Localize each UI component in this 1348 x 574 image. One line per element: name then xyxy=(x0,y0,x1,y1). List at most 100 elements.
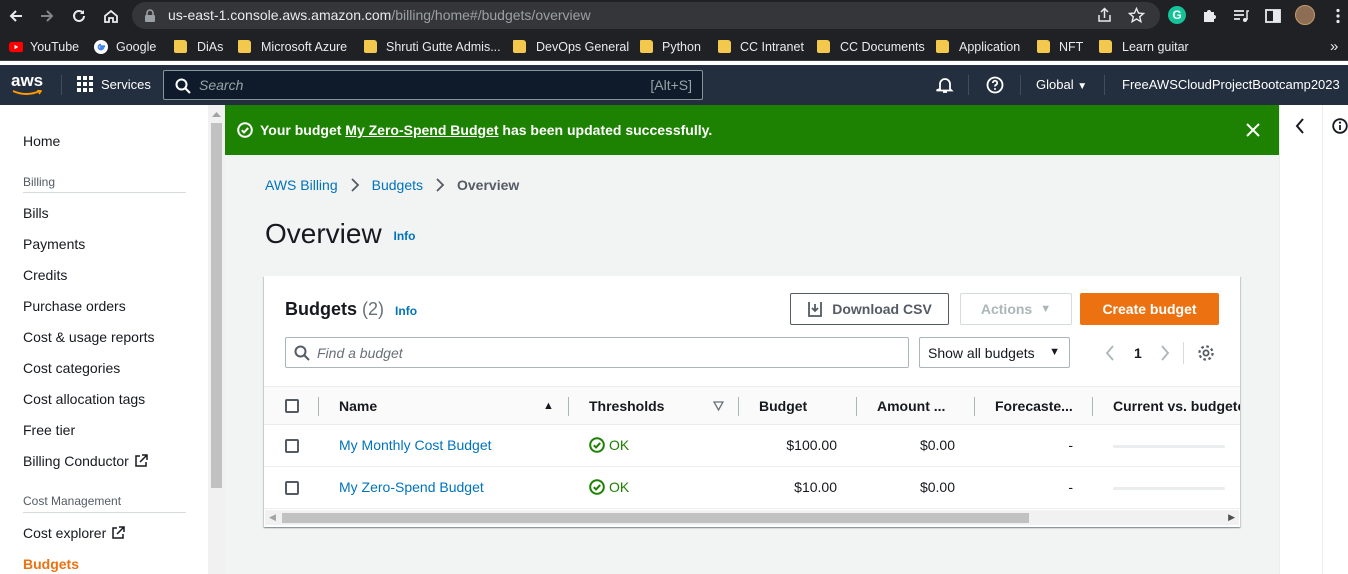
nav-home[interactable]: Home xyxy=(23,133,60,149)
info-link[interactable]: Info xyxy=(395,304,417,318)
row-checkbox[interactable] xyxy=(285,439,299,453)
bookmark-label: Google xyxy=(116,39,157,54)
flash-budget-link[interactable]: My Zero-Spend Budget xyxy=(345,122,498,138)
current-page-number[interactable]: 1 xyxy=(1134,345,1142,361)
bookmark-folder[interactable]: CC Intranet xyxy=(718,38,804,55)
nav-cost-allocation-tags[interactable]: Cost allocation tags xyxy=(23,391,145,407)
select-all-checkbox[interactable] xyxy=(285,399,299,413)
nav-budgets-active[interactable]: Budgets xyxy=(23,556,79,572)
create-budget-button[interactable]: Create budget xyxy=(1080,293,1219,325)
budget-filter-select[interactable]: Show all budgets ▼ xyxy=(919,337,1070,368)
nav-bills[interactable]: Bills xyxy=(23,205,49,221)
reload-icon[interactable] xyxy=(70,7,88,25)
nav-cost-usage-reports[interactable]: Cost & usage reports xyxy=(23,329,155,345)
lock-icon xyxy=(145,9,155,22)
budget-progress-bar xyxy=(1113,487,1225,490)
divider xyxy=(568,397,569,416)
region-selector[interactable]: Global ▼ xyxy=(1036,77,1087,92)
account-menu[interactable]: FreeAWSCloudProjectBootcamp2023 ▼ xyxy=(1122,77,1348,92)
forward-arrow-icon[interactable] xyxy=(38,7,56,25)
bookmark-folder[interactable]: Shruti Gutte Admis... xyxy=(364,38,501,55)
column-header-forecasted[interactable]: Forecaste... xyxy=(995,398,1073,414)
divider xyxy=(1104,75,1105,95)
column-header-amount[interactable]: Amount ... xyxy=(877,398,945,414)
notifications-bell-icon[interactable] xyxy=(936,76,954,94)
table-scrollbar-thumb[interactable] xyxy=(282,513,1029,523)
folder-icon xyxy=(640,40,653,53)
aws-logo[interactable]: aws xyxy=(11,71,43,95)
nav-cost-categories[interactable]: Cost categories xyxy=(23,360,120,376)
media-queue-icon[interactable] xyxy=(1232,7,1250,25)
folder-icon xyxy=(513,40,526,53)
sort-ascending-icon[interactable]: ▲ xyxy=(543,400,554,412)
bookmarks-overflow-button[interactable]: » xyxy=(1330,38,1338,55)
scroll-up-arrow-icon[interactable] xyxy=(212,111,221,117)
services-menu-button[interactable]: Services xyxy=(77,76,151,92)
bookmark-label: YouTube xyxy=(30,39,80,54)
caret-down-icon: ▼ xyxy=(1077,81,1088,92)
caret-down-icon: ▼ xyxy=(1049,346,1060,358)
budget-name-link[interactable]: My Zero-Spend Budget xyxy=(339,479,484,495)
bookmark-folder[interactable]: CC Documents xyxy=(817,38,925,55)
column-header-current-vs-budgeted[interactable]: Current vs. budgete xyxy=(1113,398,1240,414)
row-checkbox[interactable] xyxy=(285,481,299,495)
info-link[interactable]: Info xyxy=(393,229,415,243)
nav-cost-explorer[interactable]: Cost explorer xyxy=(23,525,126,541)
console-search-input[interactable]: Search [Alt+S] xyxy=(163,70,703,100)
nav-credits[interactable]: Credits xyxy=(23,267,67,283)
address-bar[interactable]: us-east-1.console.aws.amazon.com/billing… xyxy=(132,2,1160,29)
bookmark-folder[interactable]: NFT xyxy=(1037,38,1083,55)
back-arrow-icon[interactable] xyxy=(7,7,25,25)
bookmark-folder[interactable]: Python xyxy=(640,38,701,55)
bookmark-star-icon[interactable] xyxy=(1128,7,1145,24)
nav-purchase-orders[interactable]: Purchase orders xyxy=(23,298,126,314)
divider xyxy=(1092,397,1093,416)
scroll-right-arrow-icon[interactable]: ▶ xyxy=(1228,512,1235,523)
help-icon[interactable] xyxy=(986,76,1004,94)
bookmark-folder[interactable]: Learn guitar xyxy=(1099,38,1189,55)
find-budget-input[interactable]: Find a budget xyxy=(285,337,909,368)
profile-avatar[interactable] xyxy=(1295,5,1315,25)
home-icon[interactable] xyxy=(102,7,120,25)
previous-page-icon[interactable] xyxy=(1105,345,1115,361)
url-text: us-east-1.console.aws.amazon.com/billing… xyxy=(168,7,591,23)
table-horizontal-scrollbar[interactable]: ◀ ▶ xyxy=(265,510,1239,525)
share-icon[interactable] xyxy=(1096,7,1113,24)
nav-payments[interactable]: Payments xyxy=(23,236,85,252)
nav-free-tier[interactable]: Free tier xyxy=(23,422,75,438)
extensions-puzzle-icon[interactable] xyxy=(1200,7,1218,25)
column-header-thresholds[interactable]: Thresholds xyxy=(589,398,664,414)
bookmark-google[interactable]: Google xyxy=(93,38,156,55)
chevron-left-icon[interactable] xyxy=(1294,118,1306,134)
column-header-name[interactable]: Name xyxy=(339,398,377,414)
flash-prefix: Your budget xyxy=(260,122,342,138)
scroll-left-arrow-icon[interactable]: ◀ xyxy=(269,512,276,523)
breadcrumb-aws-billing[interactable]: AWS Billing xyxy=(265,177,338,193)
sidenav-scrollbar-thumb[interactable] xyxy=(211,123,222,488)
breadcrumb-budgets[interactable]: Budgets xyxy=(372,177,423,193)
nav-billing-conductor[interactable]: Billing Conductor xyxy=(23,453,148,469)
actions-dropdown-button[interactable]: Actions ▼ xyxy=(960,293,1072,325)
sort-icon[interactable] xyxy=(713,401,724,411)
browser-menu-kebab-icon[interactable] xyxy=(1329,7,1347,25)
bookmark-folder[interactable]: Application xyxy=(936,38,1020,55)
info-circle-icon[interactable] xyxy=(1332,118,1348,134)
grammarly-extension-icon[interactable]: G xyxy=(1168,6,1186,24)
bookmark-folder[interactable]: DiAs xyxy=(174,38,223,55)
close-icon[interactable] xyxy=(1246,123,1260,137)
bookmark-folder[interactable]: Microsoft Azure xyxy=(238,38,347,55)
budget-name-link[interactable]: My Monthly Cost Budget xyxy=(339,437,492,453)
bookmark-label: Application xyxy=(959,39,1021,54)
sidepanel-icon[interactable] xyxy=(1264,7,1282,25)
status-ok-check-icon xyxy=(589,479,605,495)
settings-gear-icon[interactable] xyxy=(1197,344,1215,362)
bookmark-folder[interactable]: DevOps General xyxy=(513,38,629,55)
bookmark-youtube[interactable]: YouTube xyxy=(7,38,79,55)
forecasted-amount: - xyxy=(1068,479,1073,495)
next-page-icon[interactable] xyxy=(1160,345,1170,361)
column-header-budget[interactable]: Budget xyxy=(759,398,807,414)
divider xyxy=(1322,105,1323,574)
account-name: FreeAWSCloudProjectBootcamp2023 xyxy=(1122,77,1340,92)
folder-icon xyxy=(817,40,830,53)
download-csv-button[interactable]: Download CSV xyxy=(790,293,949,325)
